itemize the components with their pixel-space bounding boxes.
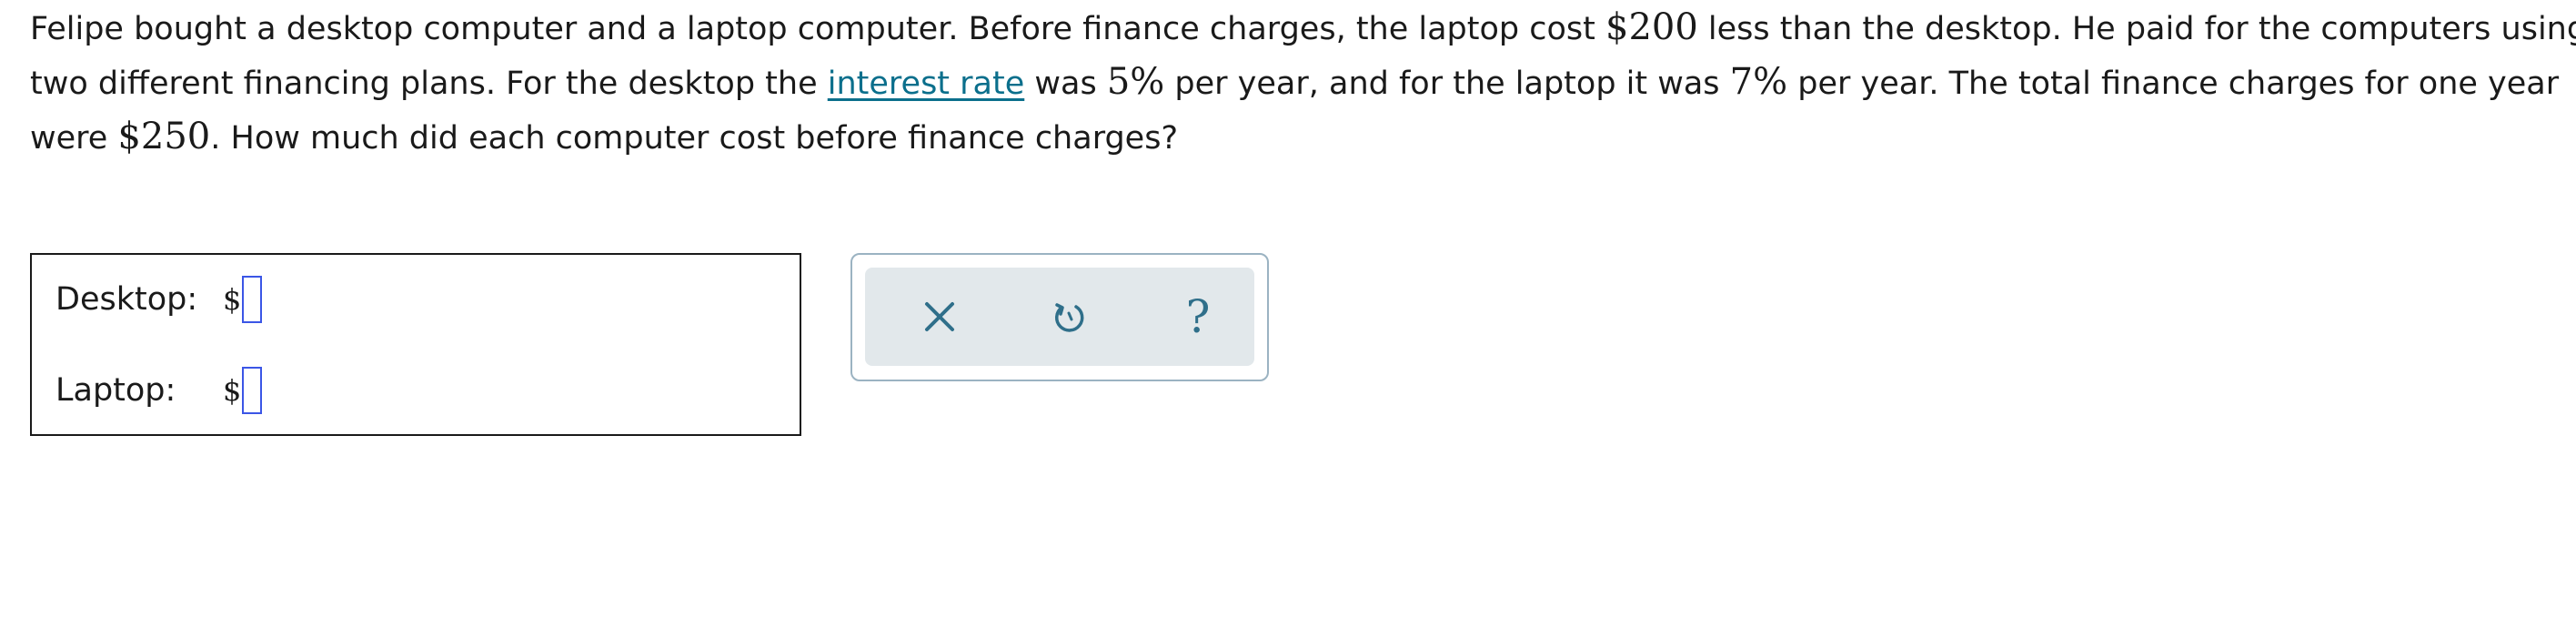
laptop-currency-symbol: $ [223,373,242,408]
question-line-2: two different financing plans. For the d… [30,55,2576,109]
laptop-answer-row: Laptop: $ [55,363,263,418]
total-charges-value: $250 [117,116,211,157]
desktop-label: Desktop: [55,281,198,318]
desktop-price-input[interactable] [242,276,263,323]
question-text-segment: per year, and for the laptop it was [1164,66,1730,102]
desktop-answer-row: Desktop: $ [55,272,263,327]
question-text-segment: was [1024,66,1107,102]
laptop-rate-value: 7% [1729,61,1788,103]
answer-box: Desktop: $ Laptop: $ [30,253,801,436]
clear-button[interactable] [914,291,965,342]
undo-icon [1054,303,1084,332]
toolbar-button-group: ? [865,268,1254,366]
desktop-rate-value: 5% [1106,61,1165,103]
price-difference-value: $200 [1605,6,1698,48]
undo-button[interactable] [1043,291,1094,342]
laptop-label: Laptop: [55,372,176,409]
question-text-segment: per year. The total finance charges for … [1787,66,2560,102]
question-text-segment: were [30,120,118,157]
question-line-3: were $250. How much did each computer co… [30,109,2576,164]
question-text: Felipe bought a desktop computer and a l… [30,0,2576,164]
help-button[interactable]: ? [1172,291,1223,342]
close-icon [925,302,954,331]
question-text-segment: . How much did each computer cost before… [210,120,1179,157]
laptop-price-input[interactable] [242,367,263,414]
answer-toolbar: ? [850,253,1269,381]
help-icon: ? [1185,290,1211,343]
question-text-segment: Felipe bought a desktop computer and a l… [30,11,1605,47]
desktop-currency-symbol: $ [223,282,242,317]
interest-rate-link[interactable]: interest rate [828,66,1025,102]
question-text-segment: two different financing plans. For the d… [30,66,828,102]
question-text-segment: less than the desktop. He paid for the c… [1697,11,2576,47]
question-line-1: Felipe bought a desktop computer and a l… [30,0,2576,55]
